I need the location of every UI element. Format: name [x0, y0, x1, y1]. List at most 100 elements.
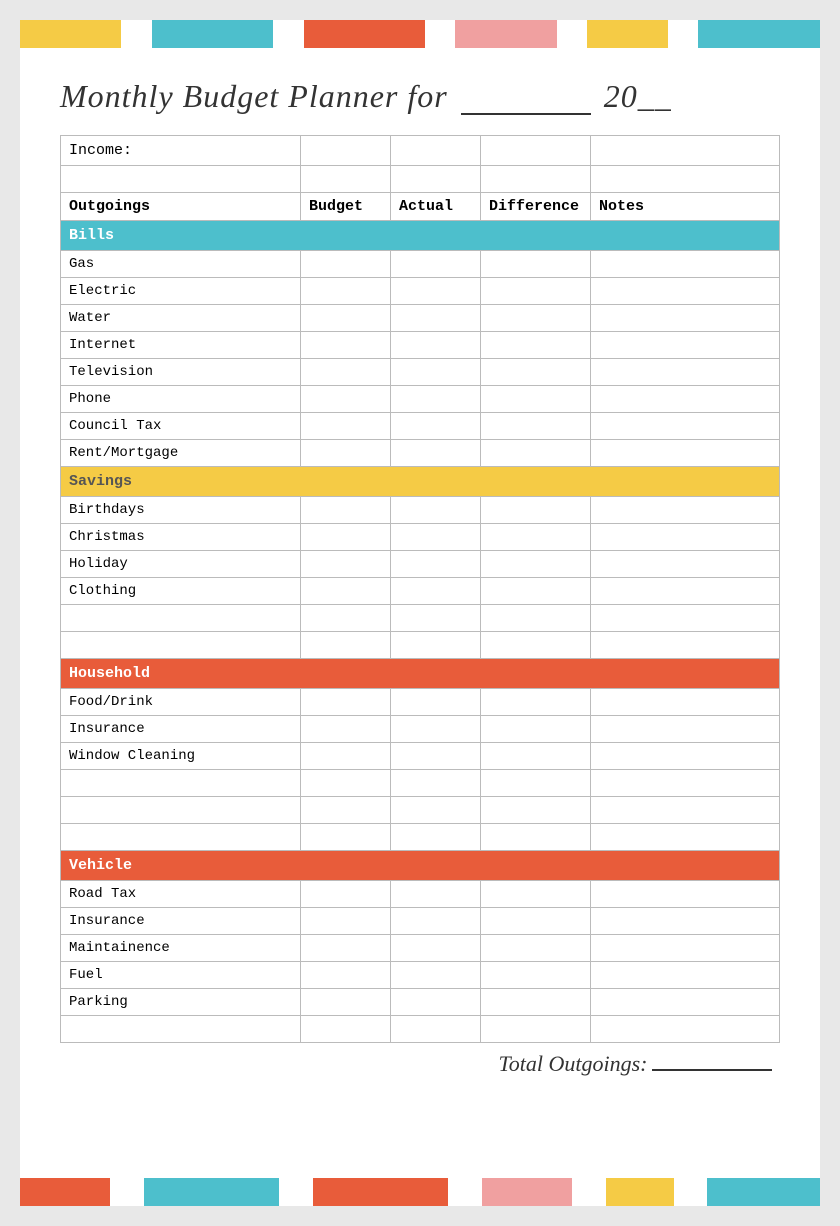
actual-council-tax [391, 413, 481, 440]
vehicle-label: Vehicle [61, 851, 780, 881]
title-year: 20 [604, 78, 638, 114]
savings-label: Savings [61, 467, 780, 497]
notes-christmas [591, 524, 780, 551]
diff-council-tax [481, 413, 591, 440]
diff-phone [481, 386, 591, 413]
label-phone: Phone [61, 386, 301, 413]
label-road-tax: Road Tax [61, 881, 301, 908]
total-label-text: Total Outgoings: [499, 1051, 648, 1076]
page: Monthly Budget Planner for 20__ Income: [20, 20, 820, 1206]
col-header-difference: Difference [481, 193, 591, 221]
notes-food-drink [591, 689, 780, 716]
label-insurance-hh: Insurance [61, 716, 301, 743]
notes-window-cleaning [591, 743, 780, 770]
diff-holiday [481, 551, 591, 578]
actual-parking [391, 989, 481, 1016]
row-maintainence: Maintainence [61, 935, 780, 962]
total-spacer [61, 1043, 481, 1083]
budget-maintainence [301, 935, 391, 962]
diff-insurance-hh [481, 716, 591, 743]
notes-gas [591, 251, 780, 278]
label-insurance-v: Insurance [61, 908, 301, 935]
notes-rent-mortgage [591, 440, 780, 467]
notes-electric [591, 278, 780, 305]
actual-road-tax [391, 881, 481, 908]
budget-electric [301, 278, 391, 305]
actual-window-cleaning [391, 743, 481, 770]
diff-electric [481, 278, 591, 305]
vehicle-section-header: Vehicle [61, 851, 780, 881]
top-color-bar [20, 20, 820, 48]
row-insurance-v: Insurance [61, 908, 780, 935]
row-rent-mortgage: Rent/Mortgage [61, 440, 780, 467]
label-rent-mortgage: Rent/Mortgage [61, 440, 301, 467]
col-header-budget: Budget [301, 193, 391, 221]
notes-birthdays [591, 497, 780, 524]
notes-water [591, 305, 780, 332]
actual-phone [391, 386, 481, 413]
row-television: Television [61, 359, 780, 386]
diff-insurance-v [481, 908, 591, 935]
row-insurance-hh: Insurance [61, 716, 780, 743]
budget-council-tax [301, 413, 391, 440]
actual-internet [391, 332, 481, 359]
notes-clothing [591, 578, 780, 605]
budget-television [301, 359, 391, 386]
budget-insurance-hh [301, 716, 391, 743]
income-row: Income: [61, 136, 780, 166]
budget-phone [301, 386, 391, 413]
col-header-notes: Notes [591, 193, 780, 221]
label-electric: Electric [61, 278, 301, 305]
row-parking: Parking [61, 989, 780, 1016]
label-parking: Parking [61, 989, 301, 1016]
diff-food-drink [481, 689, 591, 716]
label-television: Television [61, 359, 301, 386]
row-clothing: Clothing [61, 578, 780, 605]
notes-holiday [591, 551, 780, 578]
budget-table: Income: Outgoings Budget Actual Differen… [60, 135, 780, 1082]
col-header-outgoings: Outgoings [61, 193, 301, 221]
budget-fuel [301, 962, 391, 989]
income-label: Income: [61, 136, 301, 166]
row-birthdays: Birthdays [61, 497, 780, 524]
actual-clothing [391, 578, 481, 605]
budget-internet [301, 332, 391, 359]
label-gas: Gas [61, 251, 301, 278]
bills-section-header: Bills [61, 221, 780, 251]
page-title: Monthly Budget Planner for 20__ [60, 78, 780, 115]
notes-council-tax [591, 413, 780, 440]
budget-gas [301, 251, 391, 278]
notes-phone [591, 386, 780, 413]
savings-section-header: Savings [61, 467, 780, 497]
vehicle-empty-1 [61, 1016, 780, 1043]
diff-maintainence [481, 935, 591, 962]
spacer-row-1 [61, 166, 780, 193]
budget-insurance-v [301, 908, 391, 935]
household-label: Household [61, 659, 780, 689]
budget-holiday [301, 551, 391, 578]
diff-rent-mortgage [481, 440, 591, 467]
actual-insurance-v [391, 908, 481, 935]
row-road-tax: Road Tax [61, 881, 780, 908]
budget-food-drink [301, 689, 391, 716]
actual-food-drink [391, 689, 481, 716]
diff-fuel [481, 962, 591, 989]
total-blank-line [652, 1069, 772, 1071]
notes-insurance-v [591, 908, 780, 935]
income-notes [591, 136, 780, 166]
budget-parking [301, 989, 391, 1016]
row-internet: Internet [61, 332, 780, 359]
title-blank-line [461, 113, 591, 115]
budget-clothing [301, 578, 391, 605]
row-council-tax: Council Tax [61, 413, 780, 440]
diff-parking [481, 989, 591, 1016]
diff-internet [481, 332, 591, 359]
title-year-blank: __ [638, 78, 672, 114]
diff-window-cleaning [481, 743, 591, 770]
income-diff [481, 136, 591, 166]
bills-label: Bills [61, 221, 780, 251]
label-internet: Internet [61, 332, 301, 359]
notes-maintainence [591, 935, 780, 962]
column-header-row: Outgoings Budget Actual Difference Notes [61, 193, 780, 221]
actual-television [391, 359, 481, 386]
